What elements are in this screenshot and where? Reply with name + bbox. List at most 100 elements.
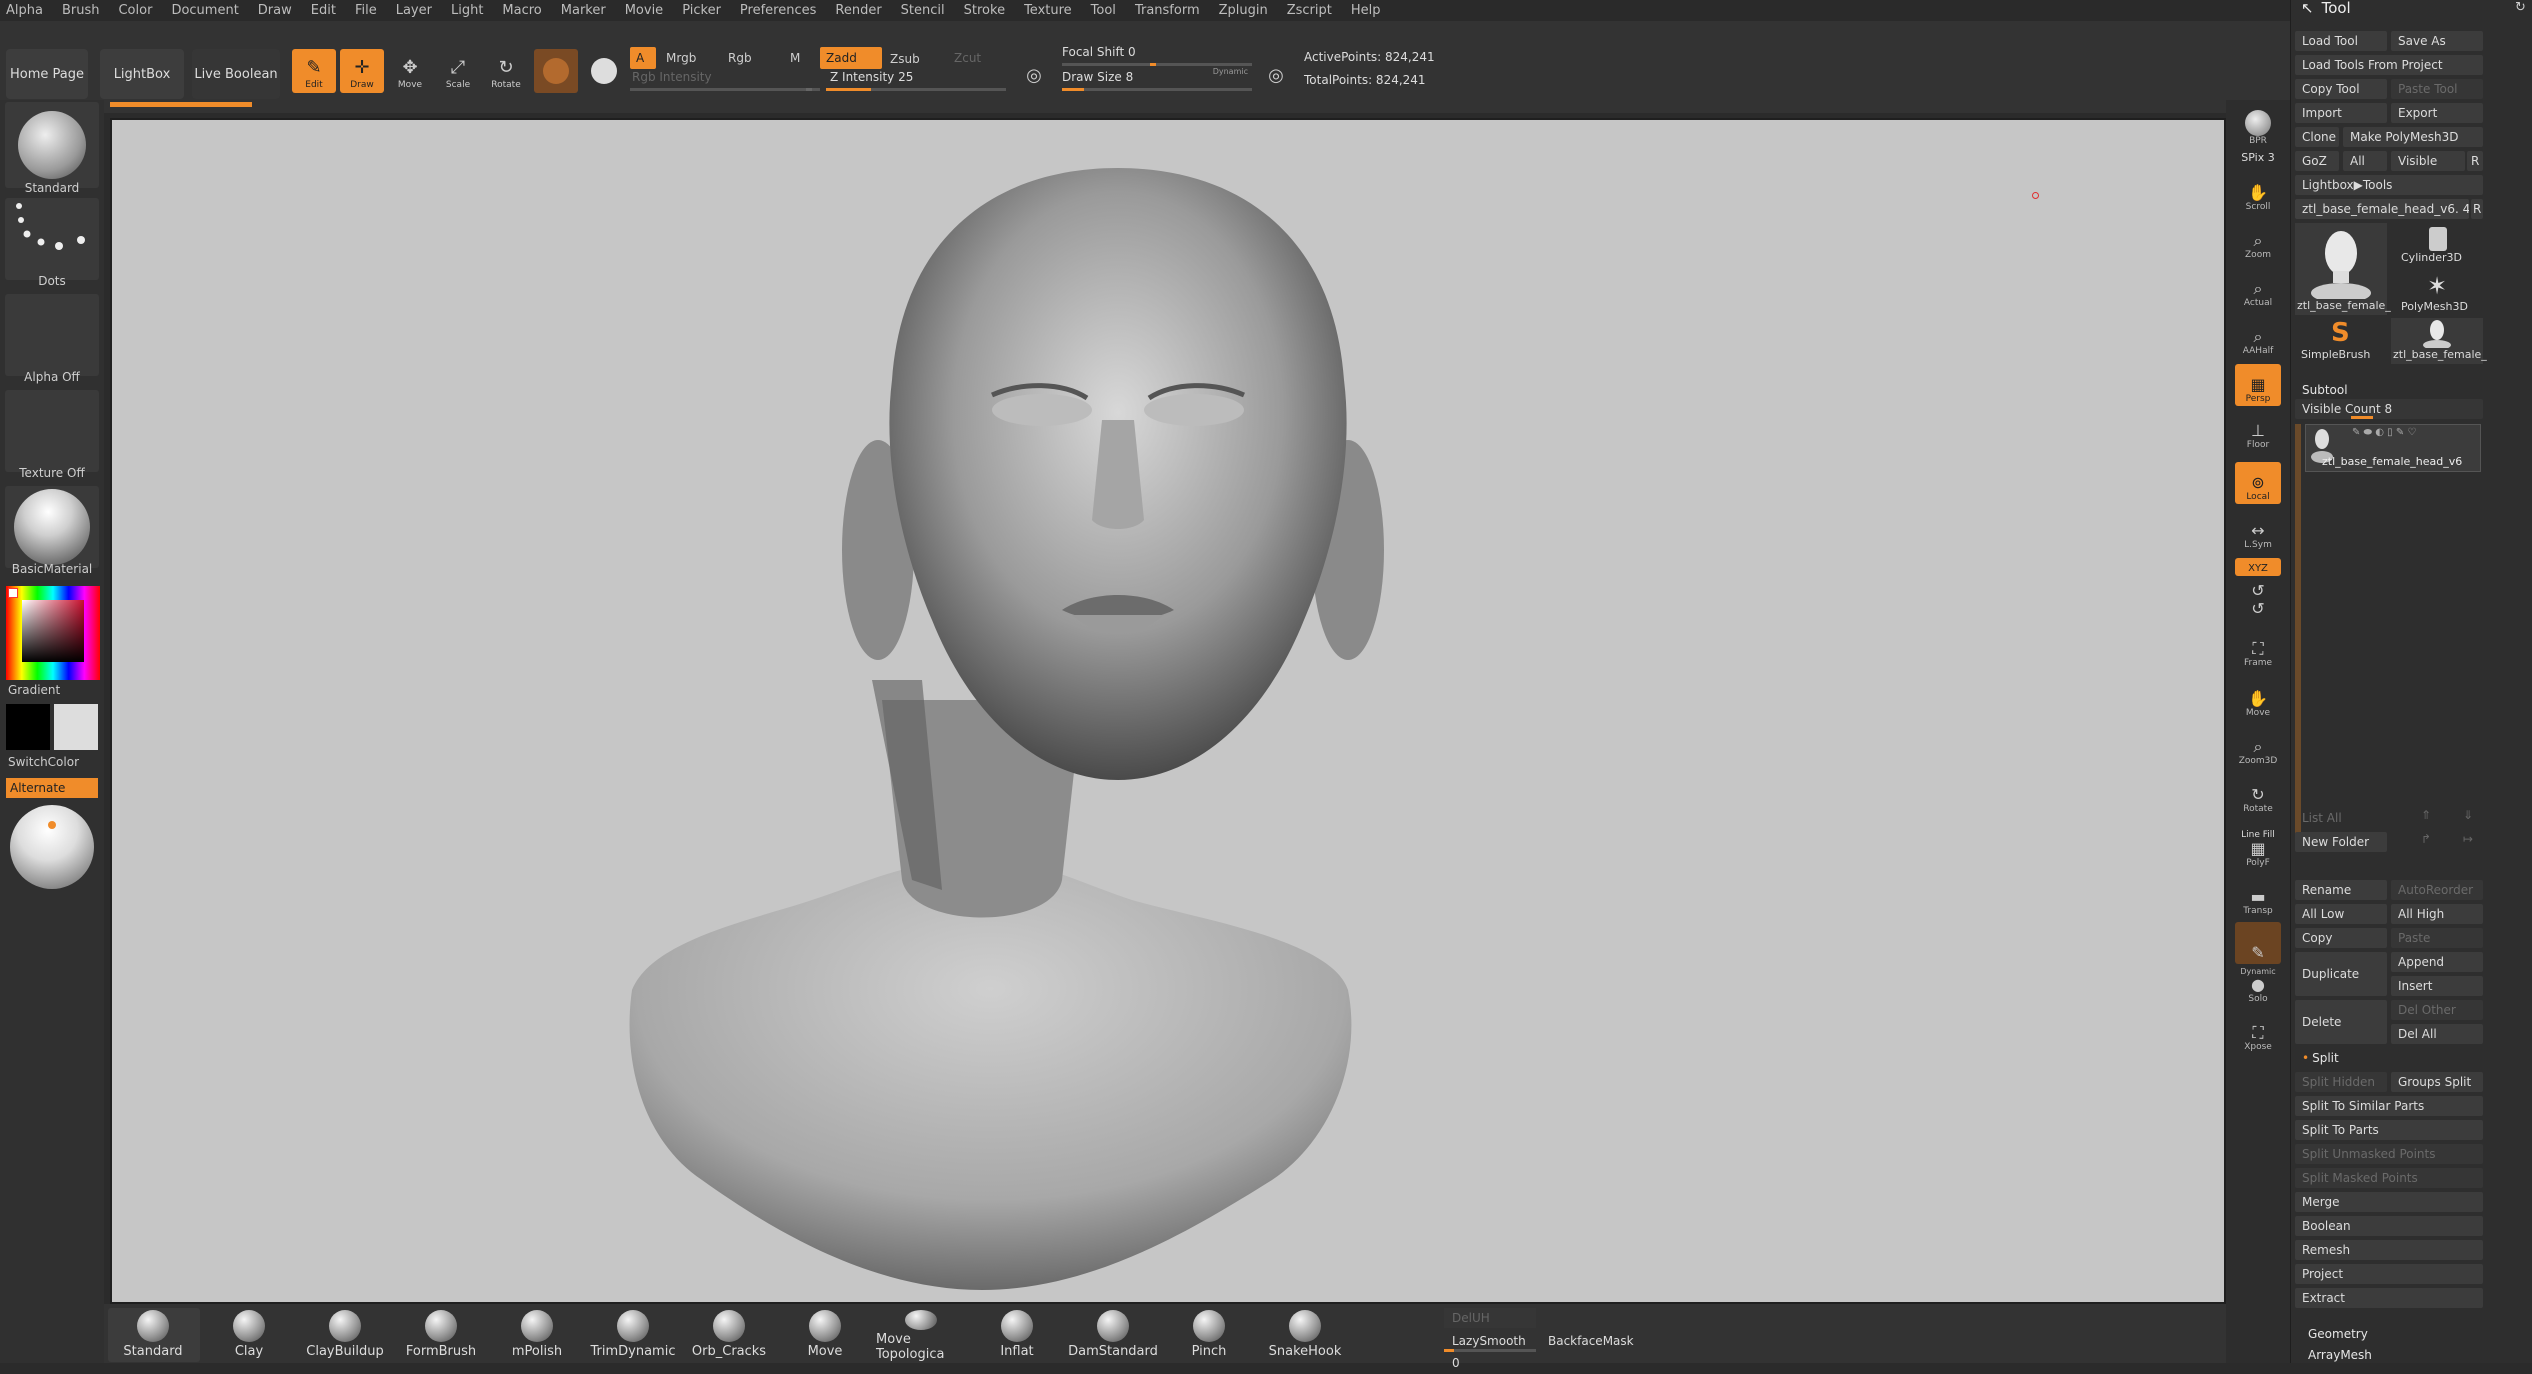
texture-slot[interactable] [5,390,99,472]
export-button[interactable]: Export [2391,103,2483,123]
zsub-toggle[interactable]: Zsub [884,48,940,70]
spotlight-button[interactable] [582,49,626,93]
list-all-button[interactable]: List All [2295,808,2387,828]
zadd-toggle[interactable]: Zadd [820,47,882,69]
load-tools-from-project-button[interactable]: Load Tools From Project [2295,55,2483,75]
brush-pinch[interactable]: Pinch [1164,1310,1254,1362]
current-tool-slider[interactable]: ztl_base_female_head_v6. 48 [2295,199,2469,219]
all-high-button[interactable]: All High [2391,904,2483,924]
brush-snakehook[interactable]: SnakeHook [1260,1310,1350,1362]
floor-button[interactable]: ⊥ Floor [2235,416,2281,452]
insert-button[interactable]: Insert [2391,976,2483,996]
brush-mpolish[interactable]: mPolish [492,1310,582,1362]
split-masked-button[interactable]: Split Masked Points [2295,1168,2483,1188]
menu-item-texture[interactable]: Texture [1024,3,1072,18]
tool-thumb-cylinder3d[interactable]: Cylinder3D [2391,223,2483,269]
menu-item-draw[interactable]: Draw [258,3,292,18]
live-boolean-button[interactable]: Live Boolean [192,49,280,99]
edit-button[interactable]: ✎ Edit [292,49,336,93]
load-tool-button[interactable]: Load Tool [2295,31,2387,51]
m-toggle[interactable]: M [784,47,814,69]
rgb-toggle[interactable]: Rgb [722,47,778,69]
menu-item-light[interactable]: Light [451,3,483,18]
brush-claybuildup[interactable]: ClayBuildup [300,1310,390,1362]
canvas-viewport[interactable] [110,118,2226,1304]
boolean-button[interactable]: Boolean [2295,1216,2483,1236]
brush-slot[interactable] [5,102,99,188]
alternate-button[interactable]: Alternate [6,778,98,798]
material-slot[interactable] [5,486,99,568]
menu-item-file[interactable]: File [355,3,377,18]
brush-clay[interactable]: Clay [204,1310,294,1362]
del-other-button[interactable]: Del Other [2391,1000,2483,1020]
zoom3d-button[interactable]: ⌕ Zoom3D [2235,726,2281,768]
main-color-swatch[interactable] [6,704,50,750]
brush-damstandard[interactable]: DamStandard [1068,1310,1158,1362]
menu-item-macro[interactable]: Macro [502,3,541,18]
scroll-button[interactable]: ✋ Scroll [2235,172,2281,214]
a-toggle[interactable]: A [630,47,656,69]
zoom-button[interactable]: ⌕ Zoom [2235,220,2281,262]
draw-button[interactable]: ✛ Draw [340,49,384,93]
menu-item-document[interactable]: Document [171,3,238,18]
project-button[interactable]: Project [2295,1264,2483,1284]
mrgb-toggle[interactable]: Mrgb [660,47,716,69]
lsym-button[interactable]: ↔ L.Sym [2235,518,2281,552]
color-picker-square[interactable] [22,600,84,662]
home-page-button[interactable]: Home Page [6,49,88,99]
del-all-button[interactable]: Del All [2391,1024,2483,1044]
folder-next-icon[interactable]: ↦ [2463,832,2473,846]
rotate-button[interactable]: ↻ Rotate [484,49,528,93]
rotate-view-button[interactable]: ↻ Rotate [2235,774,2281,816]
paste-tool-button[interactable]: Paste Tool [2391,79,2483,99]
merge-button[interactable]: Merge [2295,1192,2483,1212]
subtool-scrollbar[interactable] [2295,424,2301,844]
delete-button[interactable]: Delete [2295,1000,2387,1044]
copy-tool-button[interactable]: Copy Tool [2295,79,2387,99]
menu-item-render[interactable]: Render [835,3,881,18]
menu-item-movie[interactable]: Movie [625,3,663,18]
local-button[interactable]: ⊚ Local [2235,462,2281,504]
duplicate-button[interactable]: Duplicate [2295,952,2387,996]
brush-move[interactable]: Move [780,1310,870,1362]
rotate-axis-buttons[interactable]: ↺ ↺ [2235,580,2281,620]
tool-thumb-female-head-2[interactable]: ztl_base_female_ [2391,318,2487,364]
xyz-button[interactable]: XYZ [2235,558,2281,576]
actual-button[interactable]: ⌕ Actual [2235,268,2281,310]
secondary-color-swatch[interactable] [54,704,98,750]
bpr-button[interactable]: BPR [2235,106,2281,148]
focal-shift-slider[interactable]: Focal Shift 0 [1062,45,1252,67]
paste-button[interactable]: Paste [2391,928,2483,948]
tool-thumb-polymesh3d[interactable]: ✶ PolyMesh3D [2391,270,2483,316]
menu-item-transform[interactable]: Transform [1135,3,1200,18]
d-circle-button[interactable]: ◎ [1258,51,1294,91]
light-position-dot[interactable] [48,821,56,829]
copy-button[interactable]: Copy [2295,928,2387,948]
lazysmooth-slider[interactable]: LazySmooth 0 [1444,1330,1536,1370]
menu-item-layer[interactable]: Layer [396,3,432,18]
split-similar-button[interactable]: Split To Similar Parts [2295,1096,2483,1116]
menu-item-help[interactable]: Help [1351,3,1381,18]
subtool-header[interactable]: Subtool [2295,380,2483,400]
switchcolor-label[interactable]: SwitchColor [8,755,79,769]
remesh-button[interactable]: Remesh [2295,1240,2483,1260]
frame-button[interactable]: ⛶ Frame [2235,628,2281,670]
z-intensity-slider[interactable]: Z Intensity 25 [826,70,1006,92]
import-button[interactable]: Import [2295,103,2387,123]
aahalf-button[interactable]: ⌕ AAHalf [2235,316,2281,358]
stroke-slot[interactable] [5,198,99,280]
extract-button[interactable]: Extract [2295,1288,2483,1308]
tool-thumb-simplebrush[interactable]: S SimpleBrush [2295,318,2387,364]
menu-item-stencil[interactable]: Stencil [901,3,945,18]
backfacemask-toggle[interactable]: BackfaceMask [1548,1330,1634,1352]
folder-prev-icon[interactable]: ↱ [2421,832,2431,846]
light-sphere[interactable] [10,805,94,889]
subtool-item[interactable]: ✎ ⬬ ◐ ▯ ✎ ♡ ztl_base_female_head_v6 [2305,424,2481,472]
lightbox-button[interactable]: LightBox [100,49,184,99]
make-polymesh3d-button[interactable]: Make PolyMesh3D [2343,127,2483,147]
color-picker[interactable] [6,586,100,680]
spix-slider[interactable]: SPix 3 [2235,150,2281,166]
palette-refresh-icon[interactable]: ↻ [2515,0,2526,15]
goz-button[interactable]: GoZ [2295,151,2339,171]
rgb-intensity-slider[interactable]: Rgb Intensity [630,70,820,92]
